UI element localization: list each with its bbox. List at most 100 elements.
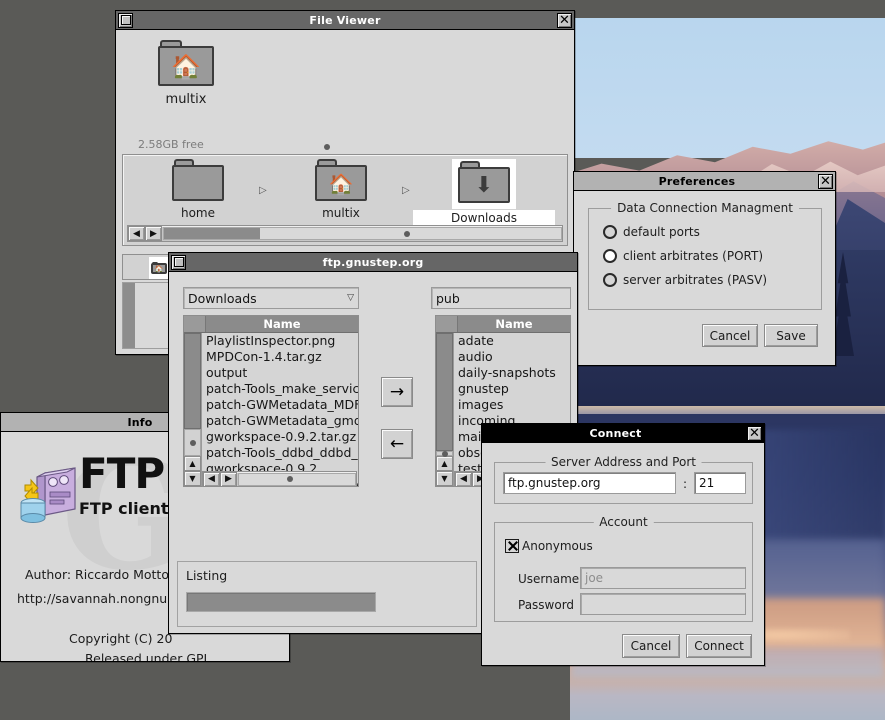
- file-list-item[interactable]: patch-Tools_ddbd_ddbd_m: [202, 445, 358, 461]
- upload-button[interactable]: →: [381, 377, 413, 407]
- local-path-value: Downloads: [188, 290, 257, 306]
- radio-icon[interactable]: [603, 273, 617, 287]
- desktop: File Viewer ✕ 🏠 multix 2.58GB free home …: [0, 0, 885, 720]
- remote-path-field[interactable]: pub: [431, 287, 571, 309]
- scroll-down-icon[interactable]: ▼: [184, 471, 201, 486]
- right-arrow-icon[interactable]: ▶: [145, 226, 162, 241]
- scrollbar-track[interactable]: [163, 227, 562, 240]
- radio-icon[interactable]: [603, 225, 617, 239]
- checkbox-icon[interactable]: [505, 539, 519, 553]
- local-path-combo[interactable]: Downloads ▽: [183, 287, 359, 309]
- file-list-item[interactable]: audio: [454, 349, 570, 365]
- local-header-gutter: [184, 316, 206, 332]
- file-list-item[interactable]: PlaylistInspector.png: [202, 333, 358, 349]
- file-list-item[interactable]: patch-GWMetadata_gmds: [202, 413, 358, 429]
- file-viewer-titlebar[interactable]: File Viewer ✕: [116, 11, 574, 30]
- chevron-down-icon[interactable]: ▽: [347, 293, 354, 303]
- anonymous-label: Anonymous: [522, 539, 593, 553]
- server-address-input[interactable]: ftp.gnustep.org: [503, 472, 676, 494]
- account-group-title: Account: [593, 515, 654, 529]
- connect-titlebar[interactable]: Connect ✕: [482, 424, 764, 443]
- minimize-icon[interactable]: [171, 254, 186, 270]
- volume-name: multix: [165, 92, 207, 107]
- right-arrow-icon[interactable]: ▶: [220, 471, 237, 487]
- left-arrow-icon[interactable]: ◀: [455, 471, 472, 487]
- ftp-titlebar[interactable]: ftp.gnustep.org: [169, 253, 577, 272]
- left-arrow-icon[interactable]: ◀: [128, 226, 145, 241]
- file-list-item[interactable]: images: [454, 397, 570, 413]
- radio-icon[interactable]: [603, 249, 617, 263]
- scrollbar-knob[interactable]: [436, 451, 453, 456]
- radio-label: default ports: [623, 225, 700, 239]
- server-port-input[interactable]: 21: [694, 472, 746, 494]
- remote-list-scrollbar[interactable]: ▲ ▼: [436, 333, 454, 486]
- file-list-item[interactable]: adate: [454, 333, 570, 349]
- browser-column-multix[interactable]: 🏠 multix: [270, 159, 412, 221]
- file-viewer-title: File Viewer: [309, 13, 381, 27]
- browser-column-downloads[interactable]: ⬇ Downloads: [413, 159, 555, 226]
- file-list-item[interactable]: MPDCon-1.4.tar.gz: [202, 349, 358, 365]
- port-separator: :: [683, 477, 688, 491]
- data-connection-group-title: Data Connection Managment: [611, 201, 799, 215]
- right-arrow-icon: →: [389, 381, 405, 402]
- local-file-list[interactable]: Name ▲ ▼ PlaylistInspector.png MPDCon-1.4…: [183, 315, 359, 487]
- radio-client-arbitrates[interactable]: client arbitrates (PORT): [603, 249, 763, 263]
- close-icon[interactable]: ✕: [818, 173, 833, 189]
- preferences-titlebar[interactable]: Preferences ✕: [574, 172, 835, 191]
- preferences-body: Data Connection Managment default ports …: [574, 192, 835, 365]
- radio-default-ports[interactable]: default ports: [603, 225, 700, 239]
- remote-list-header[interactable]: Name: [436, 316, 570, 333]
- scrollbar-thumb[interactable]: [436, 333, 453, 451]
- file-list-item[interactable]: patch-GWMetadata_MDFinder: [202, 397, 358, 413]
- account-group: Account Anonymous Username joe Password: [494, 515, 753, 622]
- scrollbar-knob-dot: [404, 230, 410, 237]
- info-license: Released under GPL: [85, 651, 211, 661]
- local-list-header[interactable]: Name: [184, 316, 358, 333]
- close-icon[interactable]: ✕: [747, 425, 762, 441]
- browser-column-label: multix: [322, 206, 360, 220]
- local-column-name[interactable]: Name: [206, 316, 358, 332]
- file-list-item[interactable]: patch-Tools_make_service: [202, 381, 358, 397]
- file-viewer-volume-panel: 🏠 multix 2.58GB free: [122, 36, 568, 151]
- scrollbar-knob[interactable]: [184, 429, 201, 456]
- scrollbar-thumb[interactable]: [184, 333, 201, 429]
- local-list-scrollbar[interactable]: ▲ ▼: [184, 333, 202, 486]
- wallpaper-sky: [570, 18, 885, 158]
- download-button[interactable]: ←: [381, 429, 413, 459]
- scroll-down-icon[interactable]: ▼: [436, 471, 453, 486]
- info-copyright: Copyright (C) 20: [69, 631, 173, 646]
- preferences-save-button[interactable]: Save: [764, 324, 818, 347]
- file-list-item[interactable]: output: [202, 365, 358, 381]
- connect-cancel-button[interactable]: Cancel: [622, 634, 680, 658]
- scrollbar-thumb[interactable]: [164, 228, 260, 239]
- connect-submit-button[interactable]: Connect: [686, 634, 752, 658]
- folder-home-icon: 🏠: [158, 40, 214, 86]
- password-input[interactable]: [580, 593, 746, 615]
- file-list-item[interactable]: gnustep: [454, 381, 570, 397]
- close-icon[interactable]: ✕: [557, 12, 572, 28]
- listing-progress-bar: [186, 592, 376, 612]
- file-viewer-column-browser[interactable]: home ▷ 🏠 multix ▷ ⬇ Downloads ◀ ▶: [122, 154, 568, 246]
- file-list-item[interactable]: gworkspace-0.9.2.tar.gz: [202, 429, 358, 445]
- scrollbar-track[interactable]: [238, 472, 356, 486]
- scrollbar-knob-dot: [287, 476, 293, 482]
- folder-home-icon: 🏠: [315, 159, 367, 201]
- radio-server-arbitrates[interactable]: server arbitrates (PASV): [603, 273, 767, 287]
- minimize-icon[interactable]: [118, 12, 133, 28]
- scroll-up-icon[interactable]: ▲: [184, 456, 201, 471]
- file-list-item[interactable]: daily-snapshots: [454, 365, 570, 381]
- browser-column-home[interactable]: home: [127, 159, 269, 221]
- connect-title: Connect: [589, 426, 642, 440]
- remote-column-name[interactable]: Name: [458, 316, 570, 332]
- scroll-up-icon[interactable]: ▲: [436, 456, 453, 471]
- local-horizontal-scrollbar[interactable]: ◀ ▶: [202, 471, 357, 487]
- info-url[interactable]: http://savannah.nongnu.: [17, 591, 171, 606]
- anonymous-checkbox-row[interactable]: Anonymous: [505, 539, 593, 553]
- volume-icon-cell[interactable]: 🏠 multix: [146, 40, 226, 107]
- browser-horizontal-scrollbar[interactable]: ◀ ▶: [127, 225, 563, 242]
- connect-body: Server Address and Port ftp.gnustep.org …: [482, 444, 764, 665]
- left-arrow-icon[interactable]: ◀: [203, 471, 220, 487]
- username-input[interactable]: joe: [580, 567, 746, 589]
- local-file-rows[interactable]: PlaylistInspector.png MPDCon-1.4.tar.gz ou…: [202, 333, 358, 486]
- preferences-cancel-button[interactable]: Cancel: [702, 324, 758, 347]
